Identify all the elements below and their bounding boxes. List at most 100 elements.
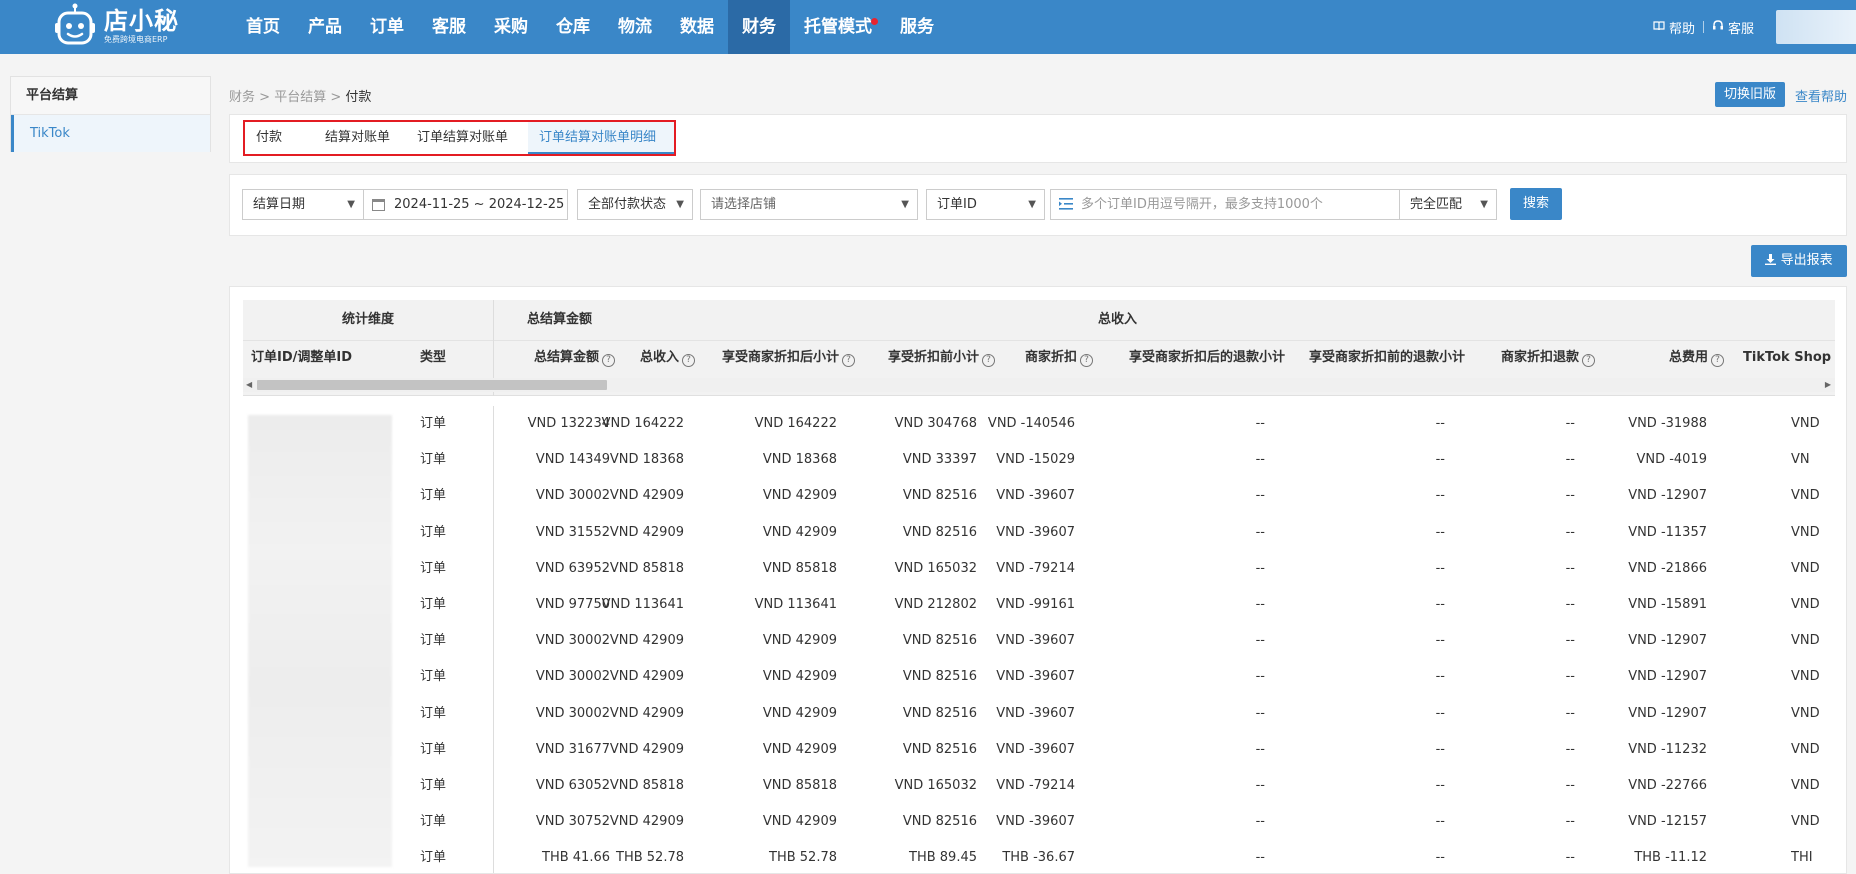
cell-before: VND 212802 [894,597,977,612]
tab-order-settlement-statement[interactable]: 订单结算对账单 [406,122,528,154]
question-icon[interactable]: ? [1080,354,1093,367]
download-icon [1765,253,1780,268]
date-type-select[interactable]: 结算日期 ▼ [242,189,364,220]
chevron-down-icon: ▼ [347,199,355,210]
cell-r2: -- [1435,633,1445,649]
cell-before: THB 89.45 [909,850,977,866]
cell-r3: -- [1565,597,1575,612]
scrollbar-thumb[interactable] [257,380,607,390]
help-label: 帮助 [1668,21,1695,37]
nav-purchase[interactable]: 采购 [480,0,542,54]
nav-home[interactable]: 首页 [232,0,294,54]
nav-customer-service[interactable]: 客服 [418,0,480,54]
customer-service-link[interactable]: 客服 [1704,18,1762,37]
col-merchant-discount-refund-label: 商家折扣退款 [1500,350,1579,365]
nav-warehouse[interactable]: 仓库 [542,0,604,54]
order-id-input[interactable]: 多个订单ID用逗号隔开，最多支持1000个 [1050,189,1400,220]
cell-r1: -- [1255,633,1265,649]
cell-after: VND 42909 [762,741,837,757]
cell-r2: -- [1435,669,1445,685]
nav-services[interactable]: 服务 [886,0,948,54]
service-label: 客服 [1727,21,1754,37]
calendar-icon [372,199,385,211]
question-icon[interactable]: ? [682,354,695,367]
tab-order-settlement-detail[interactable]: 订单结算对账单明细 [528,122,674,154]
search-button[interactable]: 搜索 [1510,188,1562,220]
nav-data[interactable]: 数据 [666,0,728,54]
cell-comm: VND [1791,669,1820,685]
cell-after: VND 42909 [762,488,837,504]
shop-select[interactable]: 请选择店铺 ▼ [700,189,918,220]
nav-logistics[interactable]: 物流 [604,0,666,54]
cell-fee: THB -11.12 [1634,850,1707,866]
main-nav: 首页 产品 订单 客服 采购 仓库 物流 数据 财务 托管模式 服务 [232,0,948,54]
date-range-picker[interactable]: 2024-11-25 ~ 2024-12-25 [363,189,568,220]
cell-fee: VND -22766 [1628,778,1707,793]
col-total-income-label: 总收入 [639,350,679,365]
table-row: 订单 THB 41.66 THB 52.78 THB 52.78 THB 89.45 TH… [243,840,1835,873]
list-indent-icon [1059,198,1073,210]
breadcrumb-platform-settlement[interactable]: 平台结算 [274,90,326,105]
nav-finance[interactable]: 财务 [728,0,790,54]
cell-comm: VND [1791,524,1820,540]
question-icon[interactable]: ? [602,354,615,367]
cell-income: VND 42909 [609,488,684,504]
user-account-area[interactable] [1776,10,1856,44]
cell-r1: -- [1255,705,1265,721]
cell-settle: VND 63052 [535,778,610,793]
tab-payment[interactable]: 付款 [245,122,314,154]
cell-before: VND 165032 [894,560,977,576]
table-row: 订单 VND 63052 VND 85818 VND 85818 VND 165032 V… [243,768,1835,804]
sidebar-item-tiktok[interactable]: TikTok [11,115,210,152]
cell-r2: -- [1435,597,1445,612]
scroll-right-icon[interactable]: ▶ [1825,378,1831,392]
view-help-link[interactable]: 查看帮助 [1795,86,1847,105]
payment-status-select[interactable]: 全部付款状态 ▼ [577,189,693,220]
cell-comm: VND [1791,488,1820,504]
col-tiktok-commission: TikTok Shop 佣金 [1743,350,1835,365]
tab-settlement-statement[interactable]: 结算对账单 [314,122,406,154]
table-row: 订单 VND 31677 VND 42909 VND 42909 VND 82516 VN… [243,732,1835,768]
help-link[interactable]: 帮助 [1645,18,1703,37]
nav-managed-mode[interactable]: 托管模式 [790,0,886,54]
cell-income: VND 18368 [609,452,684,468]
logo[interactable]: 店小秘 免费跨境电商ERP [52,3,179,49]
horizontal-scrollbar[interactable]: ◀ ▶ [243,378,1835,392]
cell-comm: THI [1791,850,1813,866]
cell-r2: -- [1435,705,1445,721]
switch-old-version-button[interactable]: 切换旧版 [1715,82,1785,107]
cell-r3: -- [1565,560,1575,576]
export-report-button[interactable]: 导出报表 [1751,245,1847,277]
tab-panel: 付款 结算对账单 订单结算对账单 订单结算对账单明细 [229,114,1847,163]
question-icon[interactable]: ? [842,354,855,367]
cell-settle: VND 30002 [535,633,610,649]
question-icon[interactable]: ? [1711,354,1724,367]
breadcrumb-finance[interactable]: 财务 [229,90,255,105]
nav-products[interactable]: 产品 [294,0,356,54]
question-icon[interactable]: ? [1582,354,1595,367]
chevron-down-icon: ▼ [676,199,684,210]
col-before-discount-refund: 享受商家折扣前的退款小计 [1308,350,1465,365]
scroll-left-icon[interactable]: ◀ [246,378,252,392]
cell-r3: -- [1565,705,1575,721]
cell-settle: VND 31552 [535,524,610,540]
cell-before: VND 33397 [902,452,977,468]
cell-r1: -- [1255,416,1265,431]
cell-discount: VND -39607 [996,741,1075,757]
id-type-select[interactable]: 订单ID ▼ [926,189,1045,220]
col-type: 类型 [420,350,447,365]
cell-type: 订单 [420,597,447,612]
cell-before: VND 82516 [902,633,977,649]
cell-type: 订单 [420,850,447,866]
match-mode-value: 完全匹配 [1410,197,1463,212]
question-icon[interactable]: ? [982,354,995,367]
cell-settle: VND 30002 [535,488,610,504]
cell-r2: -- [1435,452,1445,468]
cell-r3: -- [1565,416,1575,431]
cell-income: VND 42909 [609,669,684,685]
match-mode-select[interactable]: 完全匹配 ▼ [1399,189,1497,220]
cell-income: THB 52.78 [616,850,684,866]
cell-r3: -- [1565,669,1575,685]
date-type-value: 结算日期 [253,197,306,212]
nav-orders[interactable]: 订单 [356,0,418,54]
